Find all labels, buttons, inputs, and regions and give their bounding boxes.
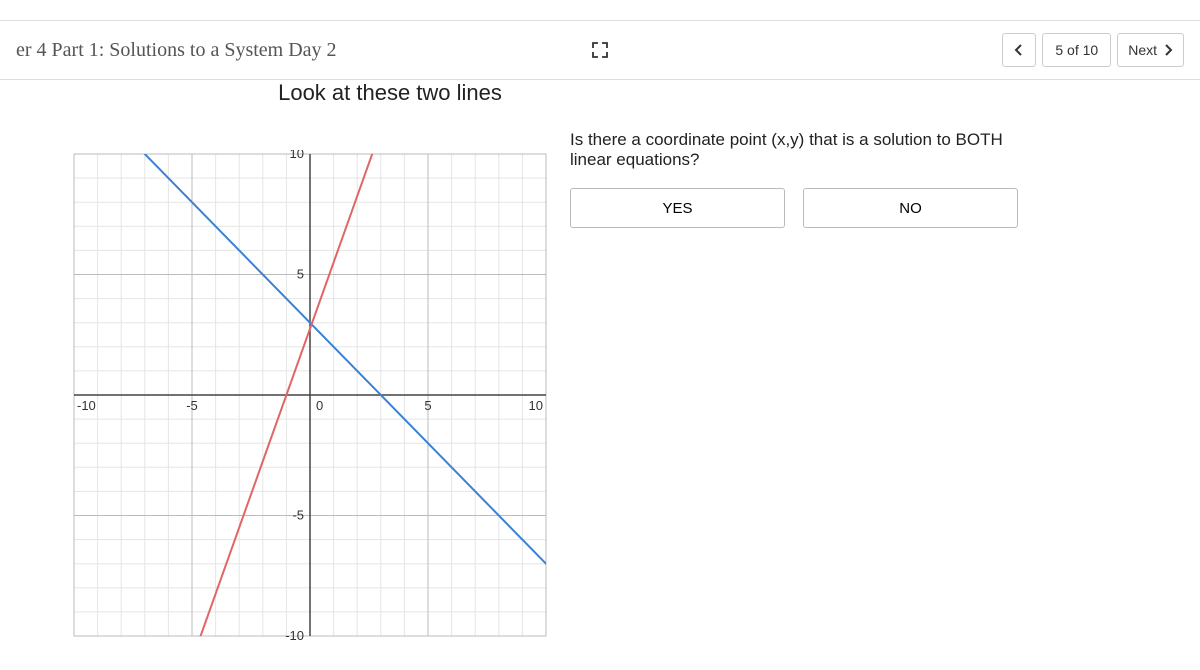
svg-text:5: 5: [424, 398, 431, 413]
chevron-left-icon: [1014, 43, 1024, 57]
header-nav: 5 of 10 Next: [1002, 33, 1184, 67]
question-panel: Is there a coordinate point (x,y) that i…: [570, 130, 1200, 660]
header-bar: er 4 Part 1: Solutions to a System Day 2…: [0, 20, 1200, 80]
page-indicator: 5 of 10: [1042, 33, 1111, 67]
content: -10 -5 0 5 10 -10 -5 5 10 Is there a coordinate …: [0, 120, 1200, 670]
svg-text:10: 10: [529, 398, 543, 413]
svg-text:5: 5: [297, 267, 304, 282]
assignment-title: er 4 Part 1: Solutions to a System Day 2: [16, 39, 337, 62]
answer-row: YES NO: [570, 188, 1200, 228]
graph-panel: -10 -5 0 5 10 -10 -5 5 10: [0, 130, 570, 660]
svg-text:0: 0: [316, 398, 323, 413]
expand-icon[interactable]: [592, 42, 608, 58]
chevron-right-icon: [1163, 43, 1173, 57]
main-title: Look at these two lines: [110, 80, 670, 106]
coordinate-graph: -10 -5 0 5 10 -10 -5 5 10: [70, 150, 550, 640]
next-label: Next: [1128, 42, 1157, 58]
answer-yes-button[interactable]: YES: [570, 188, 785, 228]
question-text: Is there a coordinate point (x,y) that i…: [570, 130, 1010, 170]
svg-text:-10: -10: [285, 628, 304, 640]
answer-no-button[interactable]: NO: [803, 188, 1018, 228]
svg-text:-10: -10: [77, 398, 96, 413]
svg-text:10: 10: [290, 150, 304, 161]
prev-button[interactable]: [1002, 33, 1036, 67]
next-button[interactable]: Next: [1117, 33, 1184, 67]
svg-text:-5: -5: [186, 398, 198, 413]
svg-text:-5: -5: [292, 508, 304, 523]
